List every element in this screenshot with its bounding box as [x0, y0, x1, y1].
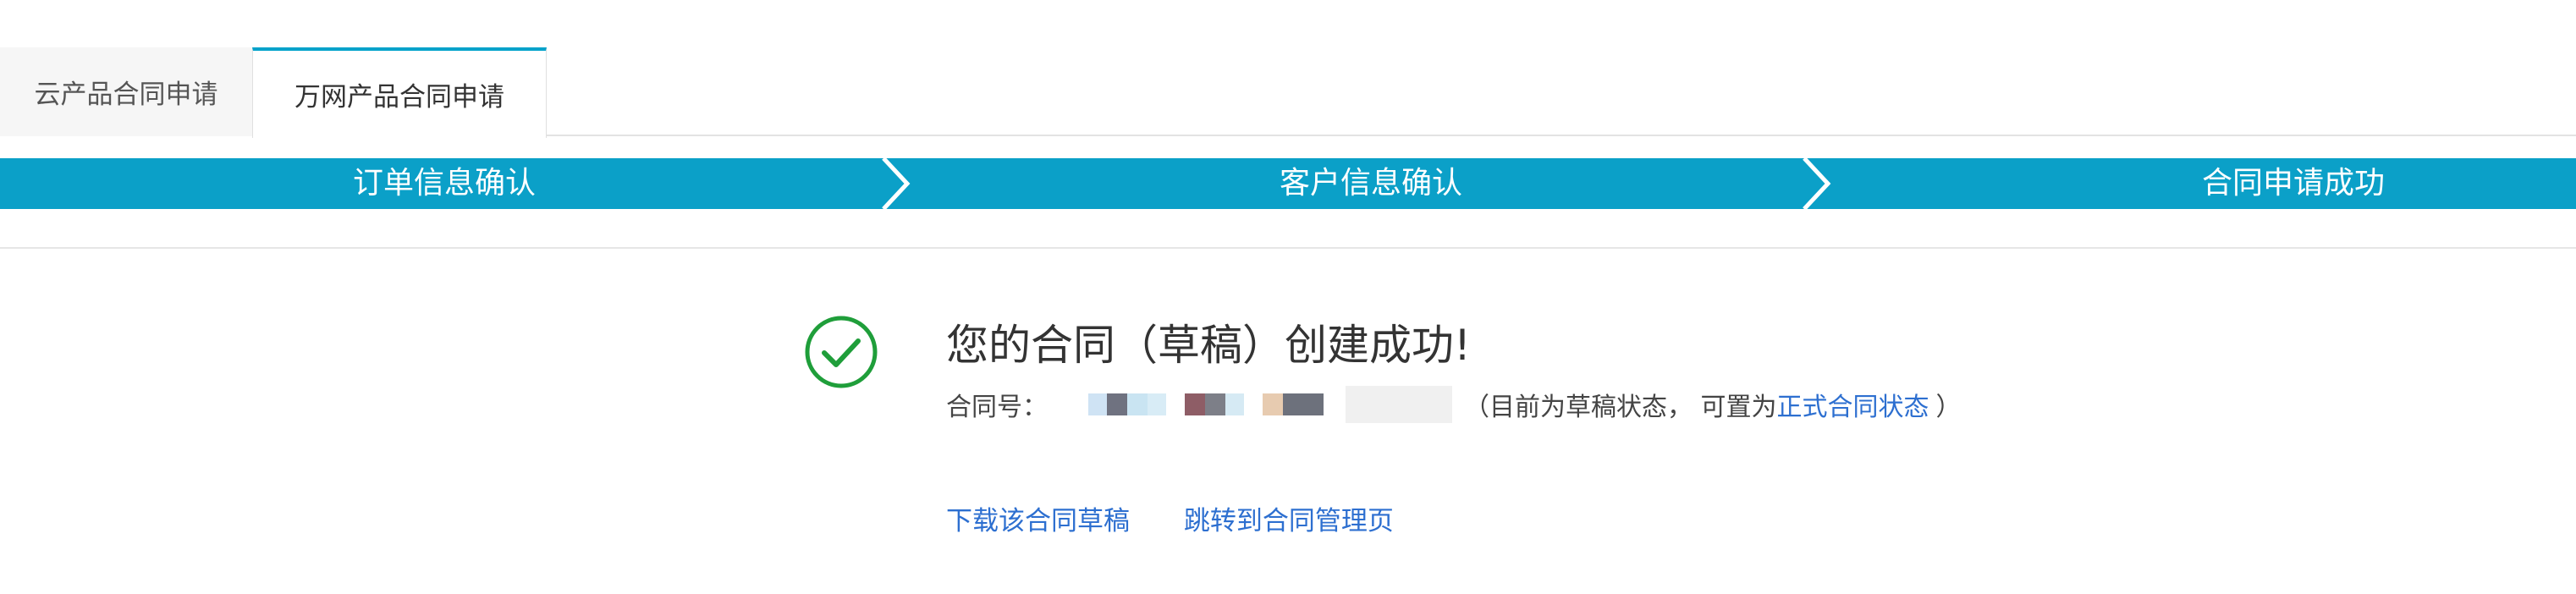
contract-number-label: 合同号： [946, 393, 1048, 422]
goto-contract-manage-link[interactable]: 跳转到合同管理页 [1184, 506, 1394, 536]
check-circle-icon [805, 316, 878, 388]
contract-number-masked [1088, 386, 1452, 423]
tab-cloud-product-contract[interactable]: 云产品合同申请 [0, 47, 252, 136]
formal-contract-status-link[interactable]: 正式合同状态 [1777, 386, 1929, 423]
status-note-suffix: ） [1935, 393, 1962, 422]
tab-label: 云产品合同申请 [34, 80, 218, 110]
result-actions: 下载该合同草稿 跳转到合同管理页 [946, 499, 1394, 537]
divider [0, 247, 2576, 249]
progress-steps: 订单信息确认 客户信息确认 合同申请成功 [0, 158, 2576, 209]
download-draft-link[interactable]: 下载该合同草稿 [946, 506, 1130, 536]
step-customer-confirm: 客户信息确认 [1279, 166, 1462, 201]
step-order-confirm: 订单信息确认 [352, 166, 536, 201]
tab-wanwang-product-contract[interactable]: 万网产品合同申请 [252, 47, 547, 138]
status-note-prefix: （目前为草稿状态， 可置为 [1464, 393, 1777, 422]
contract-number-row: 合同号： （目前为草稿状态， 可置为 正式合同状态 ） [946, 386, 1962, 423]
success-title: 您的合同（草稿）创建成功! [946, 321, 1472, 370]
tab-label: 万网产品合同申请 [294, 82, 504, 113]
contract-tabs: 云产品合同申请 万网产品合同申请 [0, 0, 2576, 138]
step-contract-success: 合同申请成功 [2201, 166, 2385, 201]
